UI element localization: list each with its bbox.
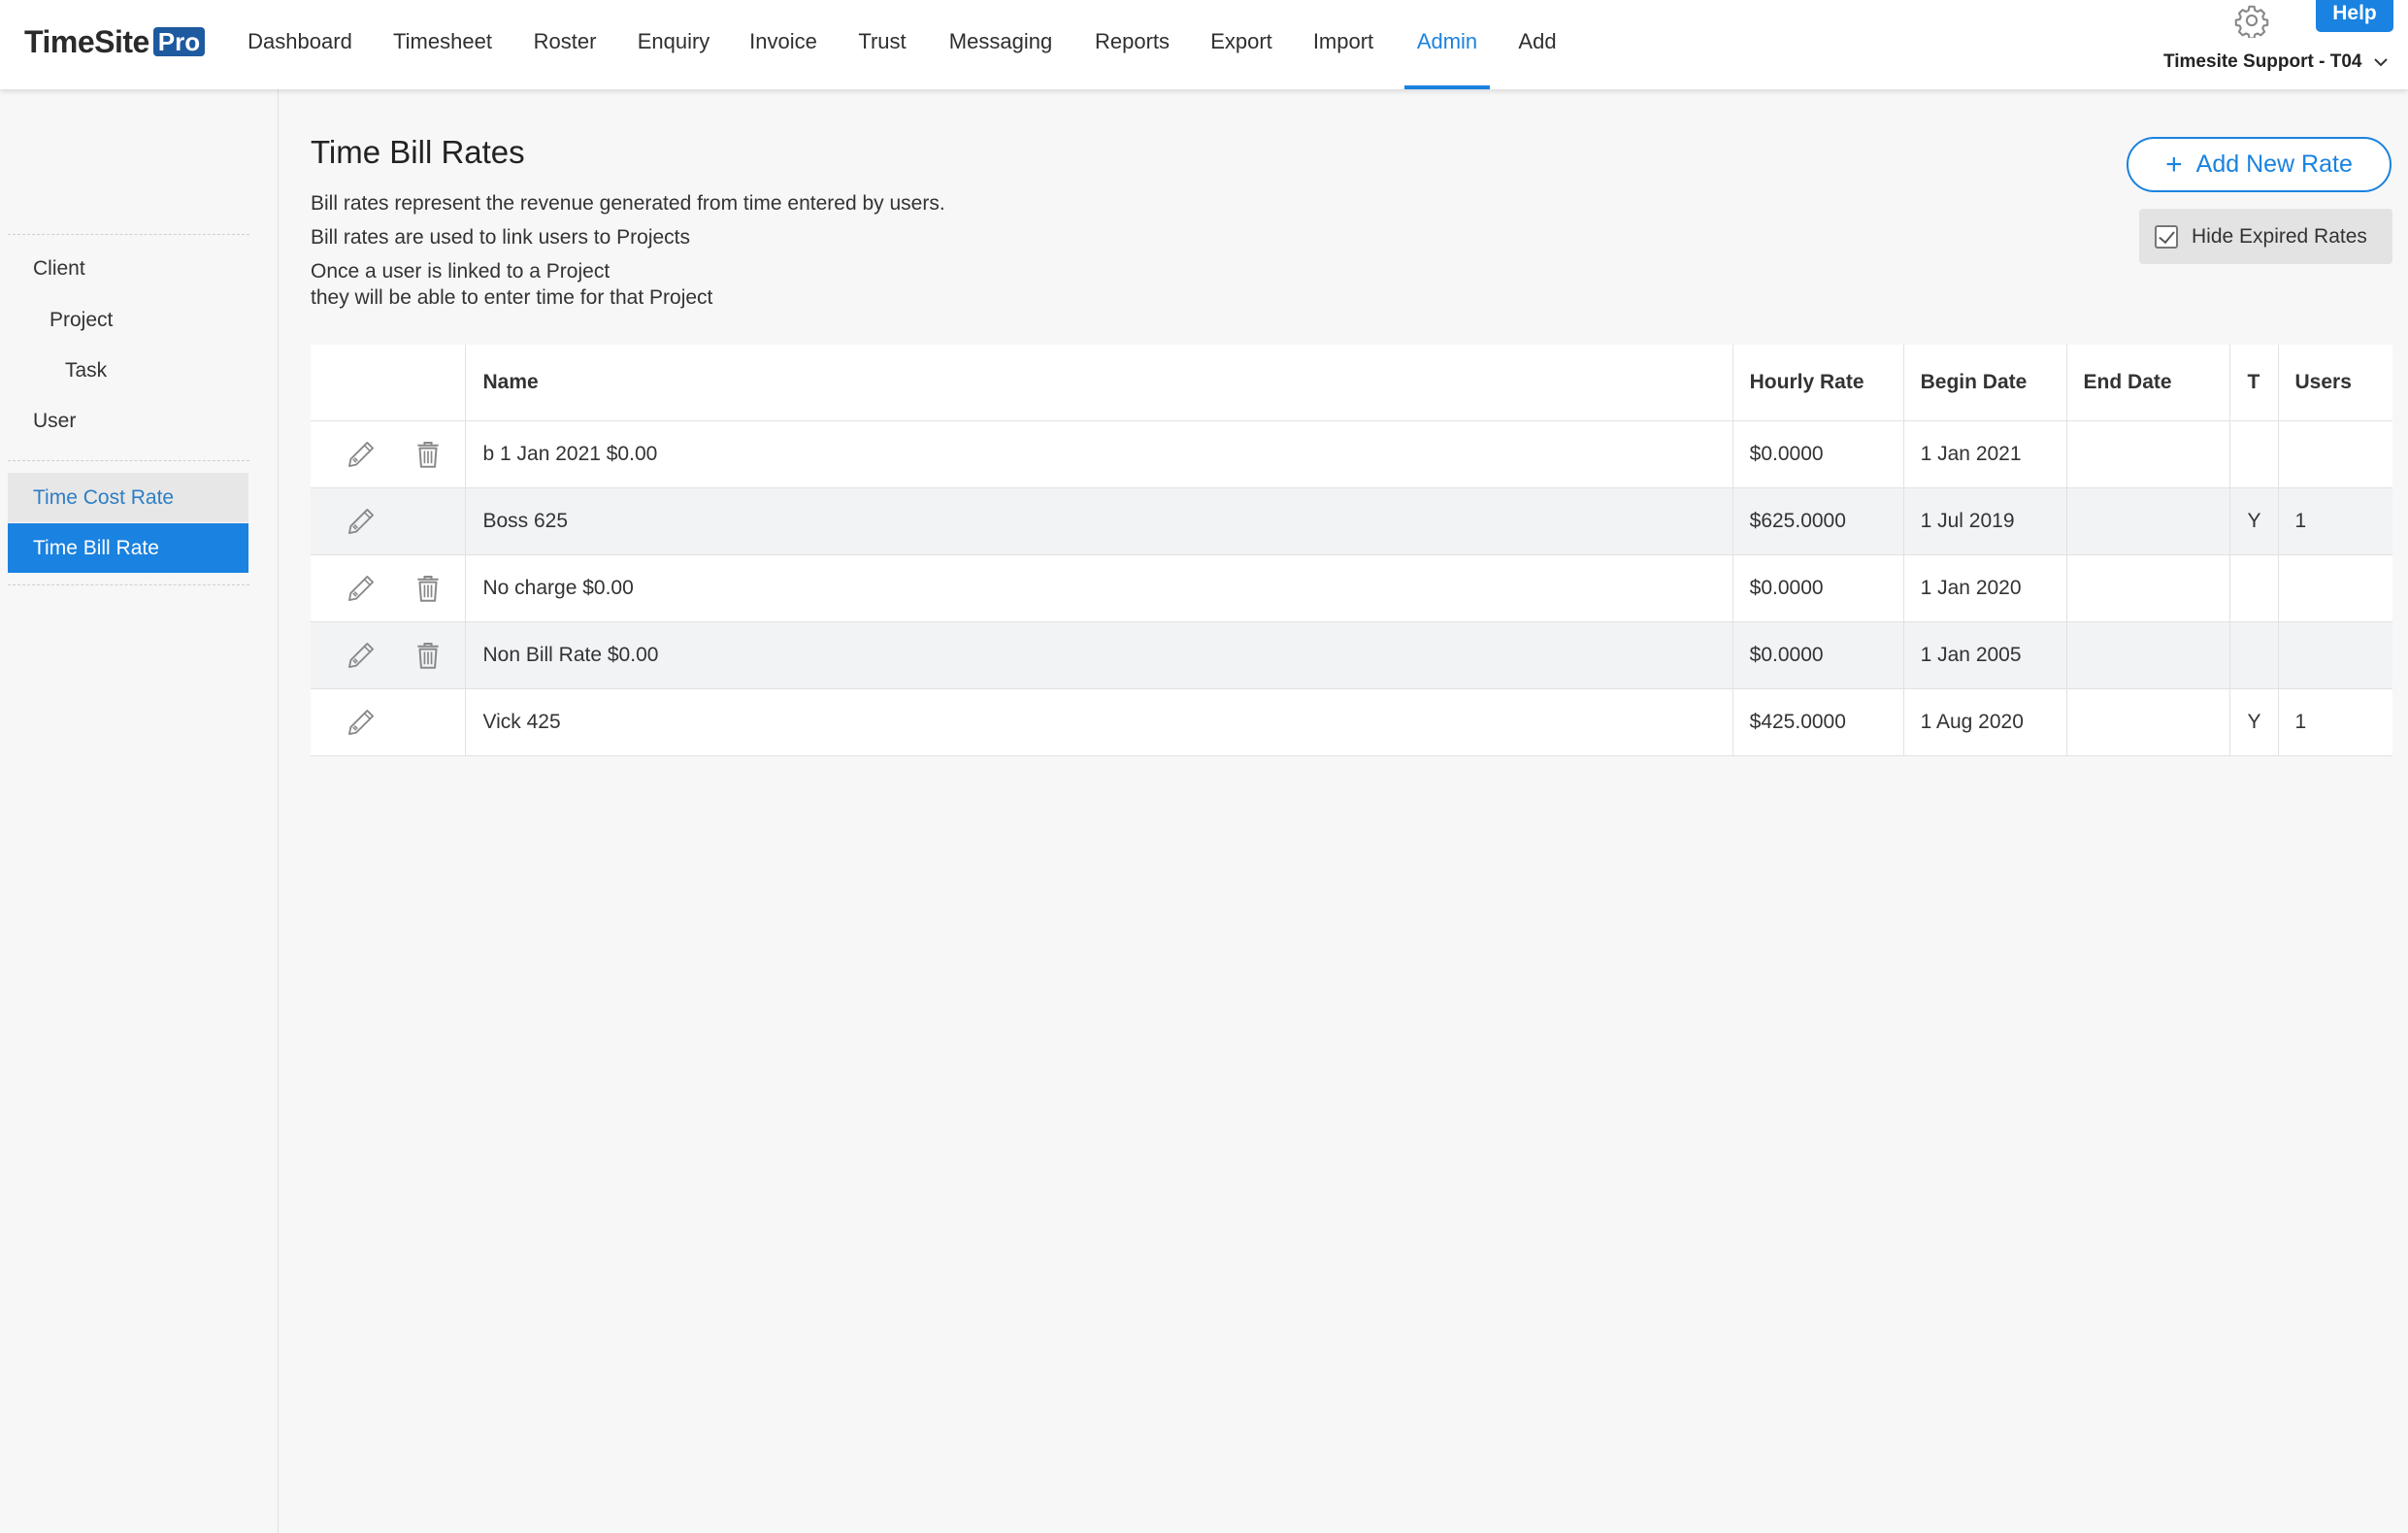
cell-users [2278, 420, 2392, 488]
nav-export[interactable]: Export [1200, 0, 1283, 89]
row-actions [311, 420, 467, 488]
sidebar-item-user[interactable]: User [33, 410, 76, 433]
cell-name: Vick 425 [465, 688, 1733, 756]
cell-hourly-rate: $0.0000 [1732, 621, 1904, 689]
nav-invoice[interactable]: Invoice [737, 0, 830, 89]
sidebar-item-time-cost-rate[interactable]: Time Cost Rate [8, 473, 248, 522]
timesite-logo[interactable]: TimeSite Pro [24, 21, 206, 62]
row-actions [311, 487, 467, 555]
chevron-down-icon [2374, 58, 2389, 67]
cell-end-date [2066, 554, 2231, 622]
hide-expired-checkbox[interactable] [2155, 224, 2178, 249]
cell-users [2278, 554, 2392, 622]
description-line: Once a user is linked to a Project [311, 260, 610, 283]
sidebar-divider [8, 234, 249, 235]
column-header-end-date[interactable]: End Date [2066, 345, 2231, 421]
cell-begin-date: 1 Jan 2020 [1903, 554, 2067, 622]
cell-hourly-rate: $425.0000 [1732, 688, 1904, 756]
cell-users: 1 [2278, 487, 2392, 555]
hide-expired-label: Hide Expired Rates [2192, 224, 2367, 248]
bill-rates-table: Name Hourly Rate Begin Date End Date T U… [311, 345, 2392, 756]
cell-users [2278, 621, 2392, 689]
nav-dashboard[interactable]: Dashboard [236, 0, 364, 89]
sidebar-item-client[interactable]: Client [33, 257, 85, 281]
logo-badge: Pro [152, 27, 206, 56]
column-header-users[interactable]: Users [2278, 345, 2392, 421]
gear-icon[interactable] [2234, 3, 2269, 38]
cell-begin-date: 1 Aug 2020 [1903, 688, 2067, 756]
edit-icon[interactable] [343, 436, 379, 473]
description-line: they will be able to enter time for that… [311, 286, 713, 309]
trash-icon[interactable] [410, 570, 446, 607]
table-row[interactable]: Vick 425 $425.0000 1 Aug 2020 Y 1 [311, 688, 2392, 756]
table-row[interactable]: No charge $0.00 $0.0000 1 Jan 2020 [311, 554, 2392, 622]
nav-reports[interactable]: Reports [1081, 0, 1183, 89]
sidebar-divider [8, 460, 249, 461]
cell-hourly-rate: $0.0000 [1732, 420, 1904, 488]
cell-begin-date: 1 Jan 2005 [1903, 621, 2067, 689]
page-title: Time Bill Rates [311, 134, 525, 170]
column-header-hourly-rate[interactable]: Hourly Rate [1732, 345, 1904, 421]
column-header-t[interactable]: T [2229, 345, 2279, 421]
cell-begin-date: 1 Jul 2019 [1903, 487, 2067, 555]
cell-t: Y [2229, 688, 2279, 756]
user-account-menu[interactable]: Timesite Support - T04 [2163, 47, 2389, 78]
sidebar-item-time-bill-rate[interactable]: Time Bill Rate [8, 523, 248, 573]
table-row[interactable]: Boss 625 $625.0000 1 Jul 2019 Y 1 [311, 487, 2392, 555]
add-new-rate-button[interactable]: + Add New Rate [2127, 137, 2392, 192]
sidebar-divider [8, 584, 249, 585]
nav-roster[interactable]: Roster [520, 0, 610, 89]
table-header-row: Name Hourly Rate Begin Date End Date T U… [311, 345, 2392, 421]
row-actions [311, 688, 467, 756]
hide-expired-rates-toggle[interactable]: Hide Expired Rates [2139, 209, 2392, 264]
description-line: Bill rates represent the revenue generat… [311, 192, 945, 215]
cell-t [2229, 621, 2279, 689]
admin-sidebar: Client Project Task User Time Cost Rate … [0, 89, 279, 1533]
cell-end-date [2066, 621, 2231, 689]
cell-users: 1 [2278, 688, 2392, 756]
column-header-begin-date[interactable]: Begin Date [1903, 345, 2067, 421]
cell-end-date [2066, 487, 2231, 555]
cell-end-date [2066, 688, 2231, 756]
column-header-name[interactable]: Name [465, 345, 1733, 421]
cell-end-date [2066, 420, 2231, 488]
nav-import[interactable]: Import [1301, 0, 1386, 89]
plus-icon: + [2165, 148, 2183, 181]
edit-icon[interactable] [343, 704, 379, 741]
cell-name: No charge $0.00 [465, 554, 1733, 622]
sidebar-item-project[interactable]: Project [49, 309, 113, 332]
cell-hourly-rate: $0.0000 [1732, 554, 1904, 622]
user-account-label: Timesite Support - T04 [2163, 51, 2362, 72]
cell-hourly-rate: $625.0000 [1732, 487, 1904, 555]
column-header-actions [311, 345, 467, 421]
cell-name: b 1 Jan 2021 $0.00 [465, 420, 1733, 488]
nav-timesheet[interactable]: Timesheet [383, 0, 502, 89]
add-new-rate-label: Add New Rate [2195, 150, 2353, 178]
cell-t [2229, 554, 2279, 622]
nav-admin[interactable]: Admin [1404, 0, 1490, 89]
description-line: Bill rates are used to link users to Pro… [311, 226, 691, 249]
nav-messaging[interactable]: Messaging [938, 0, 1064, 89]
cell-begin-date: 1 Jan 2021 [1903, 420, 2067, 488]
table-row[interactable]: b 1 Jan 2021 $0.00 $0.0000 1 Jan 2021 [311, 420, 2392, 488]
cell-name: Boss 625 [465, 487, 1733, 555]
row-actions [311, 621, 467, 689]
nav-trust[interactable]: Trust [845, 0, 919, 89]
trash-icon[interactable] [410, 436, 446, 473]
top-navigation-bar: TimeSite Pro Dashboard Timesheet Roster … [0, 0, 2408, 89]
logo-text: TimeSite [24, 23, 149, 59]
edit-icon[interactable] [343, 637, 379, 674]
edit-icon[interactable] [343, 503, 379, 540]
sidebar-item-task[interactable]: Task [65, 359, 107, 383]
trash-icon[interactable] [410, 637, 446, 674]
help-button[interactable]: Help [2316, 0, 2393, 32]
cell-t: Y [2229, 487, 2279, 555]
table-row[interactable]: Non Bill Rate $0.00 $0.0000 1 Jan 2005 [311, 621, 2392, 689]
nav-add[interactable]: Add [1506, 0, 1568, 89]
nav-enquiry[interactable]: Enquiry [626, 0, 721, 89]
cell-t [2229, 420, 2279, 488]
row-actions [311, 554, 467, 622]
cell-name: Non Bill Rate $0.00 [465, 621, 1733, 689]
edit-icon[interactable] [343, 570, 379, 607]
